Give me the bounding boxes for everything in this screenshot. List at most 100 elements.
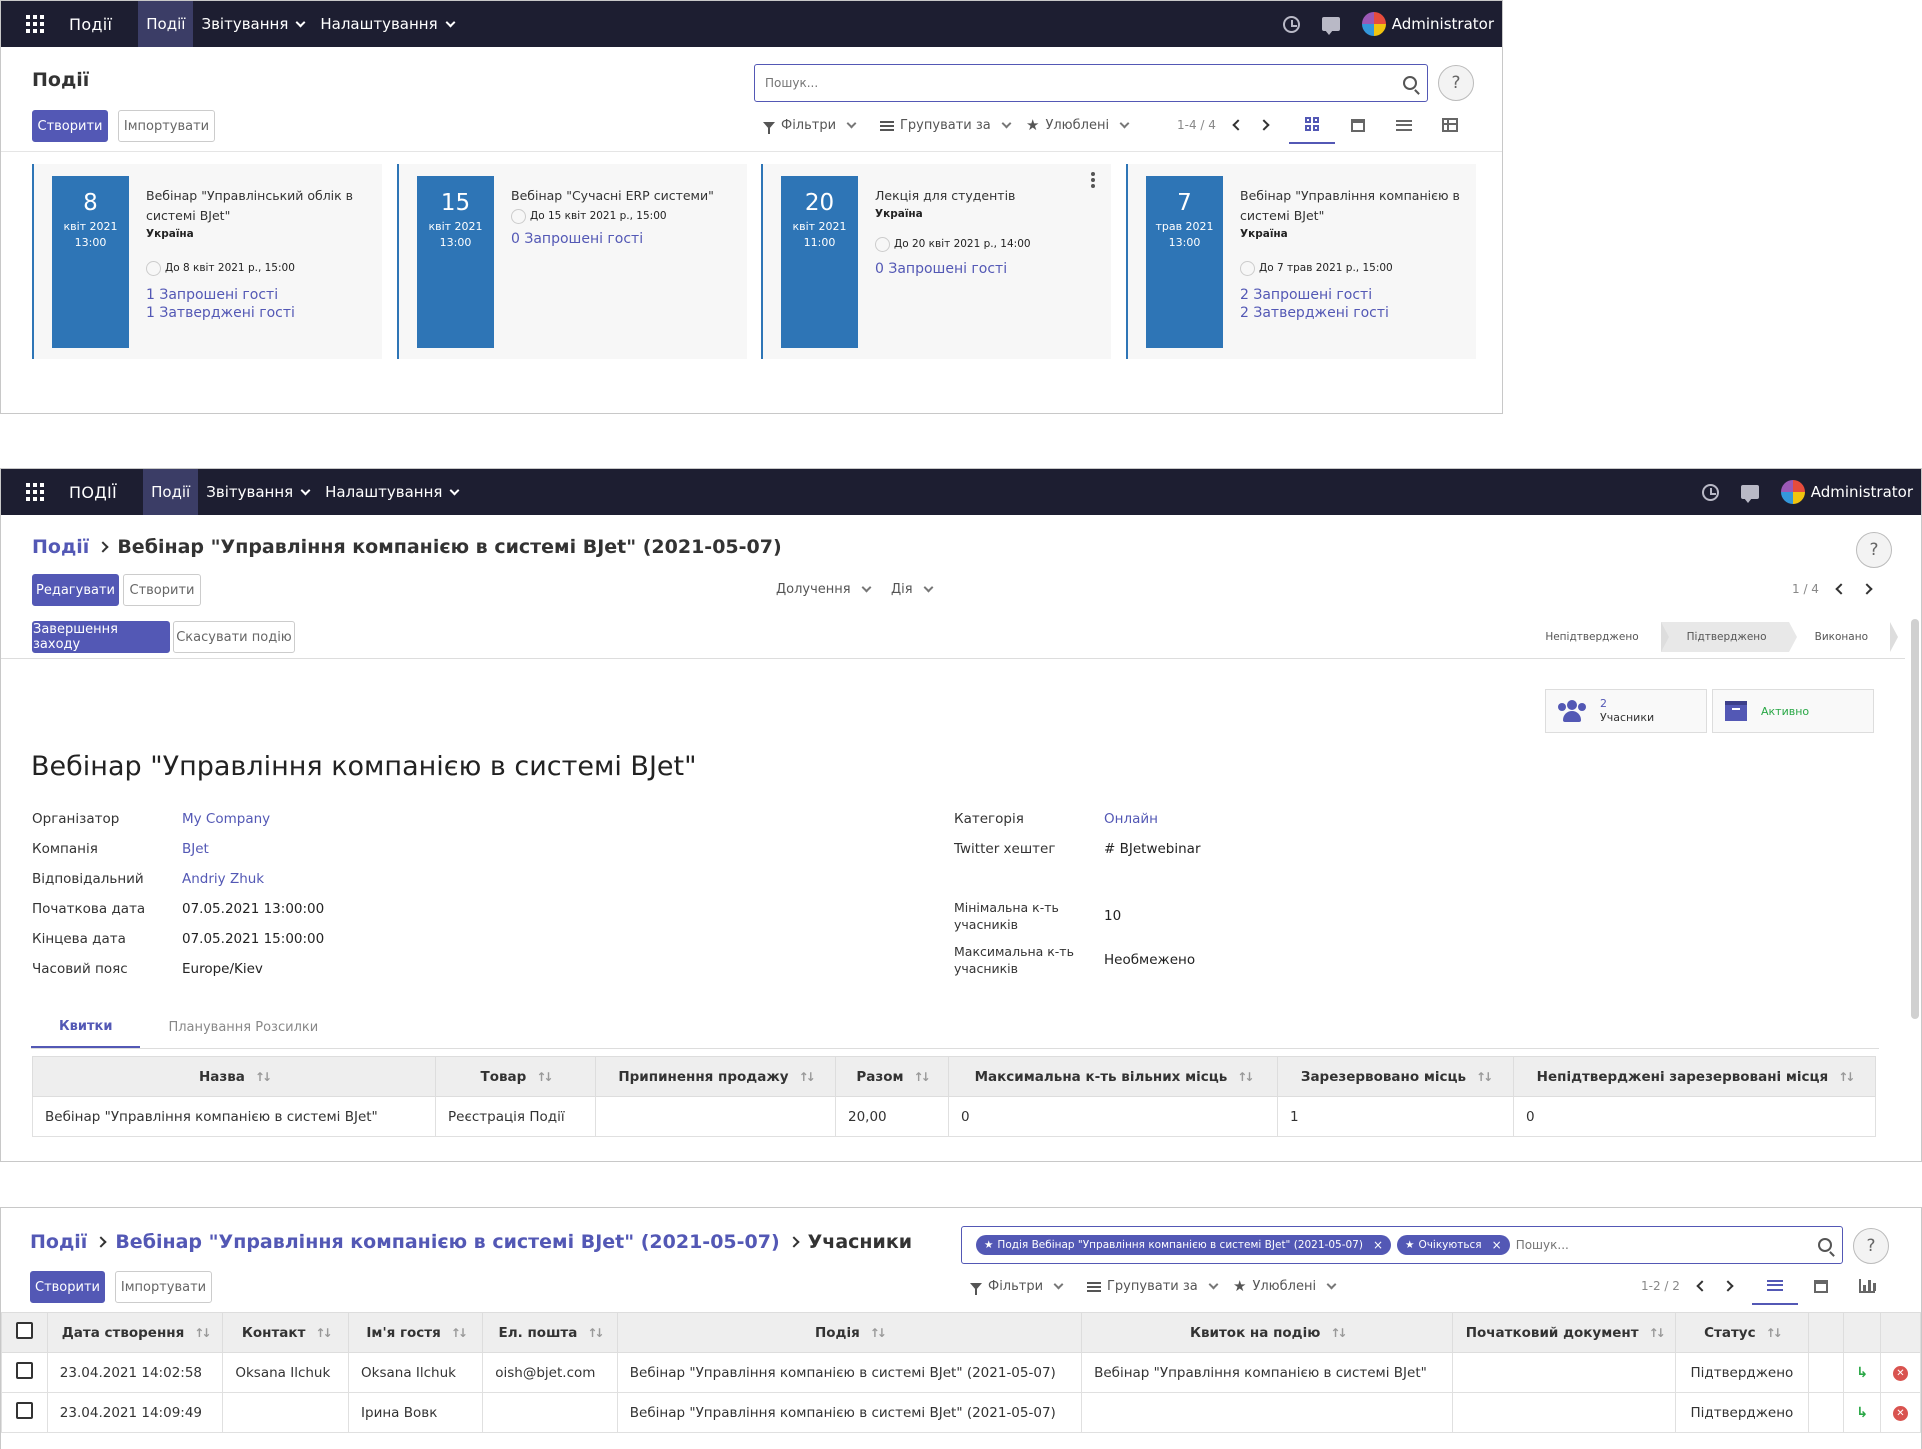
pager-next-icon[interactable]: [1722, 1280, 1734, 1292]
import-button[interactable]: Імпортувати: [115, 1271, 212, 1303]
calendar-view-switch[interactable]: [1335, 106, 1381, 144]
company-link[interactable]: BJet: [182, 841, 209, 857]
filters-button[interactable]: Фільтри: [763, 118, 857, 134]
action-button[interactable]: Дія: [891, 582, 934, 597]
messages-icon[interactable]: [1321, 17, 1340, 35]
col-email[interactable]: Ел. пошта ↑↓: [482, 1312, 618, 1353]
apps-menu-icon[interactable]: [1, 469, 69, 515]
stage-done[interactable]: Виконано: [1789, 622, 1899, 652]
search-input[interactable]: [1515, 1238, 1818, 1252]
organizer-link[interactable]: My Company: [182, 811, 270, 827]
invited-link[interactable]: 0 Запрошені гості: [875, 260, 1100, 278]
col-ticket[interactable]: Квиток на подію ↑↓: [1081, 1312, 1454, 1353]
confirm-attendance-icon[interactable]: ↳: [1843, 1352, 1881, 1393]
confirmed-link[interactable]: 1 Затверджені гості: [146, 304, 371, 322]
help-icon[interactable]: ?: [1856, 532, 1892, 568]
menu-events[interactable]: Події: [138, 1, 194, 47]
facet-event[interactable]: ★ Подія Вебінар "Управління компанією в с…: [976, 1235, 1392, 1255]
table-row[interactable]: 23.04.2021 14:02:58 Oksana Ilchuk Oksana…: [1, 1352, 1921, 1393]
pager-value[interactable]: 1 / 4: [1792, 582, 1819, 596]
table-row[interactable]: 23.04.2021 14:09:49 Ірина Вовк Вебінар "…: [1, 1392, 1921, 1433]
confirm-attendance-icon[interactable]: ↳: [1843, 1392, 1881, 1433]
user-menu[interactable]: Administrator: [1780, 480, 1913, 504]
event-card[interactable]: 20 квіт 2021 11:00 Лекція для студентів Ук…: [761, 164, 1111, 359]
user-menu[interactable]: Administrator: [1361, 12, 1494, 36]
import-button[interactable]: Імпортувати: [118, 110, 215, 142]
scrollbar[interactable]: [1911, 619, 1919, 1019]
kanban-view-switch[interactable]: [1289, 106, 1335, 144]
pager-prev-icon[interactable]: [1835, 583, 1847, 595]
search-icon[interactable]: [1818, 1238, 1832, 1252]
event-card[interactable]: 15 квіт 2021 13:00 Вебінар "Сучасні ERP си…: [397, 164, 747, 359]
pager-prev-icon[interactable]: [1232, 119, 1244, 131]
col-max-seats[interactable]: Максимальна к-ть вільних місць ↑↓: [948, 1056, 1278, 1097]
attendees-smart-button[interactable]: 2 Учасники: [1545, 689, 1707, 733]
tab-mail-schedule[interactable]: Планування Розсилки: [140, 1007, 346, 1048]
pager-next-icon[interactable]: [1258, 119, 1270, 131]
active-toggle-button[interactable]: Активно: [1712, 689, 1874, 733]
col-contact[interactable]: Контакт ↑↓: [222, 1312, 350, 1353]
search-box[interactable]: [754, 64, 1428, 102]
help-icon[interactable]: ?: [1438, 65, 1474, 101]
select-all-checkbox[interactable]: [1, 1312, 48, 1353]
row-checkbox[interactable]: [1, 1392, 48, 1433]
col-reserved[interactable]: Зарезервовано місць ↑↓: [1277, 1056, 1514, 1097]
event-card[interactable]: 8 квіт 2021 13:00 Вебінар "Управлінський о…: [32, 164, 382, 359]
cancel-event-button[interactable]: Скасувати подію: [173, 621, 295, 653]
search-input[interactable]: [765, 76, 1403, 90]
invited-link[interactable]: 0 Запрошені гості: [511, 230, 736, 248]
facet-expected[interactable]: ★ Очікуються ×: [1397, 1235, 1510, 1255]
event-card[interactable]: 7 трав 2021 13:00 Вебінар "Управління комп…: [1126, 164, 1476, 359]
pager-prev-icon[interactable]: [1696, 1280, 1708, 1292]
menu-events[interactable]: Події: [143, 469, 199, 515]
activity-clock-icon[interactable]: [1282, 15, 1300, 33]
pager-value[interactable]: 1-2 / 2: [1641, 1279, 1680, 1293]
col-unconfirmed[interactable]: Непідтверджені зарезервовані місця ↑↓: [1513, 1056, 1876, 1097]
activity-clock-icon[interactable]: [1701, 483, 1719, 501]
table-row[interactable]: Вебінар "Управління компанією в системі …: [32, 1096, 1876, 1137]
list-view-switch[interactable]: [1381, 106, 1427, 144]
menu-reporting[interactable]: Звітування: [198, 469, 317, 515]
menu-reporting[interactable]: Звітування: [193, 1, 312, 47]
cancel-registration-icon[interactable]: ✕: [1880, 1352, 1921, 1393]
apps-menu-icon[interactable]: [1, 1, 69, 47]
col-created[interactable]: Дата створення ↑↓: [46, 1312, 224, 1353]
confirmed-link[interactable]: 2 Затверджені гості: [1240, 304, 1465, 322]
create-button[interactable]: Створити: [123, 574, 201, 606]
search-icon[interactable]: [1403, 76, 1417, 90]
invited-link[interactable]: 2 Запрошені гості: [1240, 286, 1465, 304]
breadcrumb-events[interactable]: Події: [30, 1231, 87, 1253]
menu-settings[interactable]: Налаштування: [312, 1, 461, 47]
favorites-button[interactable]: ★ Улюблені: [1026, 116, 1130, 134]
col-guest-name[interactable]: Ім'я гостя ↑↓: [348, 1312, 484, 1353]
category-link[interactable]: Онлайн: [1104, 811, 1158, 827]
menu-settings[interactable]: Налаштування: [317, 469, 466, 515]
col-origin[interactable]: Початковий документ ↑↓: [1452, 1312, 1677, 1353]
messages-icon[interactable]: [1740, 485, 1759, 503]
calendar-view-switch[interactable]: [1798, 1267, 1844, 1305]
pivot-view-switch[interactable]: [1427, 106, 1473, 144]
attachments-button[interactable]: Долучення: [776, 582, 872, 597]
stage-unconfirmed[interactable]: Непідтверджено: [1519, 622, 1669, 652]
breadcrumb-event[interactable]: Вебінар "Управління компанією в системі …: [115, 1231, 779, 1253]
graph-view-switch[interactable]: [1844, 1267, 1890, 1305]
list-view-switch[interactable]: [1752, 1267, 1798, 1305]
tab-tickets[interactable]: Квитки: [31, 1007, 141, 1048]
stage-confirmed[interactable]: Підтверджено: [1660, 622, 1797, 652]
help-icon[interactable]: ?: [1853, 1228, 1889, 1264]
breadcrumb-events[interactable]: Події: [32, 536, 89, 558]
cancel-registration-icon[interactable]: ✕: [1880, 1392, 1921, 1433]
groupby-button[interactable]: Групувати за: [1087, 1279, 1219, 1294]
col-sale-end[interactable]: Припинення продажу ↑↓: [595, 1056, 836, 1097]
favorites-button[interactable]: ★ Улюблені: [1233, 1277, 1337, 1295]
edit-button[interactable]: Редагувати: [32, 574, 119, 606]
col-status[interactable]: Статус ↑↓: [1675, 1312, 1809, 1353]
pager-value[interactable]: 1-4 / 4: [1177, 118, 1216, 132]
invited-link[interactable]: 1 Запрошені гості: [146, 286, 371, 304]
col-event[interactable]: Подія ↑↓: [616, 1312, 1083, 1353]
col-product[interactable]: Товар ↑↓: [435, 1056, 596, 1097]
finish-event-button[interactable]: Завершення заходу: [32, 621, 170, 653]
col-name[interactable]: Назва ↑↓: [32, 1056, 436, 1097]
search-box[interactable]: ★ Подія Вебінар "Управління компанією в с…: [961, 1226, 1843, 1264]
pager-next-icon[interactable]: [1861, 583, 1873, 595]
